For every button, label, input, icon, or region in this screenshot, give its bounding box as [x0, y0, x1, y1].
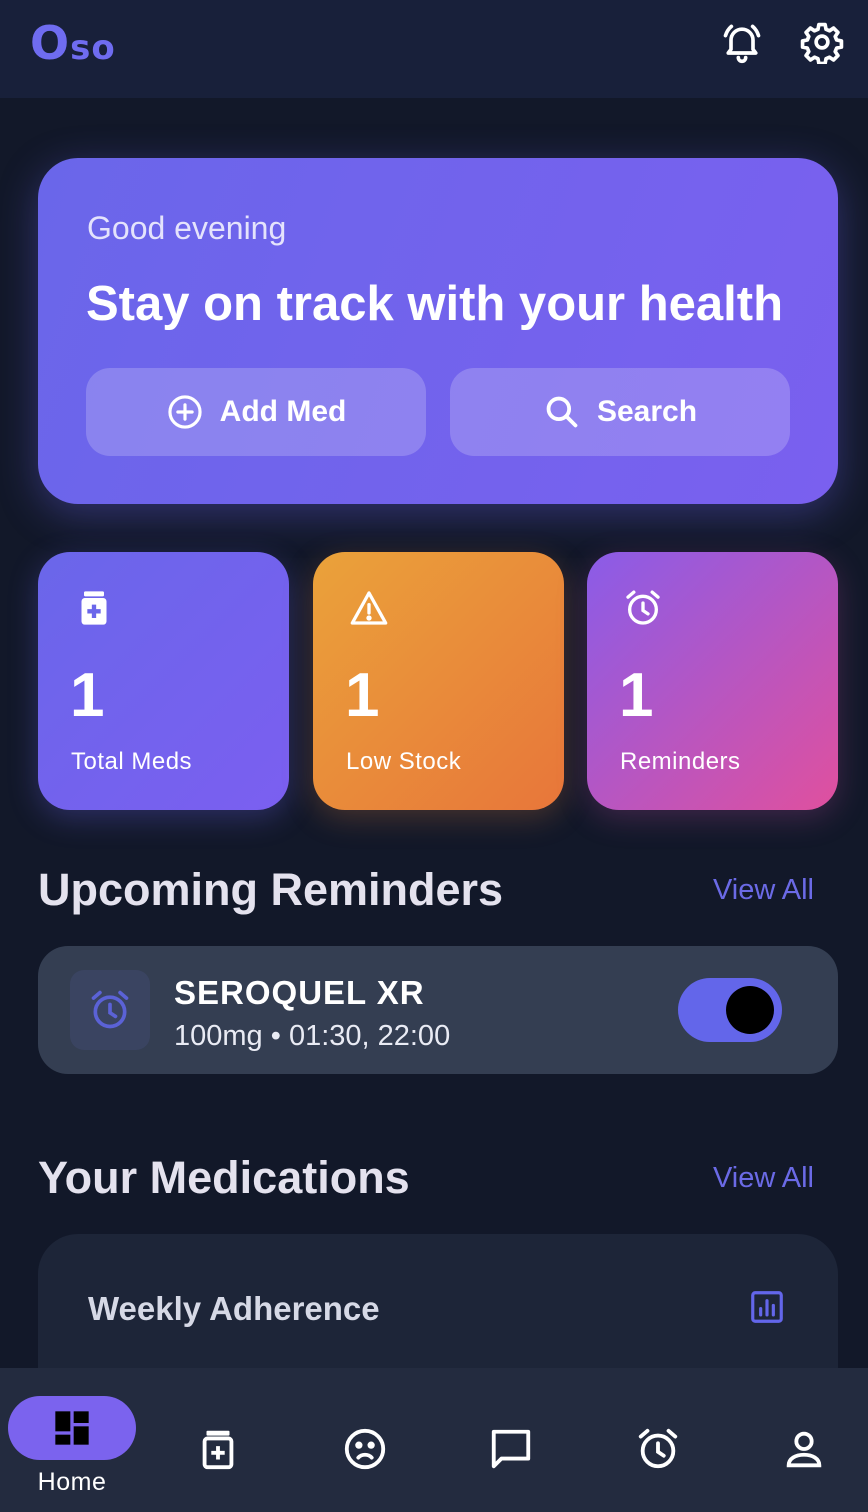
total-meds-count: 1 [70, 661, 105, 730]
app-logo: Oso [30, 16, 116, 70]
top-app-bar: Oso [0, 0, 868, 98]
greeting-text: Good evening [87, 210, 287, 246]
add-circle-icon [168, 395, 202, 429]
hero-tagline: Stay on track with your health [86, 277, 784, 331]
reminder-med-name: SEROQUEL XR [174, 974, 425, 1011]
mood-icon[interactable] [342, 1426, 388, 1472]
alarm-icon [91, 990, 129, 1029]
alarm-icon[interactable] [635, 1426, 681, 1472]
reminders-view-all-link[interactable]: View All [713, 874, 814, 907]
notifications-bell-icon[interactable] [720, 20, 764, 64]
search-icon [546, 396, 578, 428]
chat-icon[interactable] [488, 1426, 534, 1472]
nav-home-label: Home [37, 1468, 107, 1496]
medication-icon [81, 591, 107, 625]
low-stock-card[interactable]: 1 Low Stock [313, 552, 564, 810]
toggle-knob [726, 986, 774, 1034]
reminder-toggle[interactable] [678, 978, 782, 1042]
chart-icon[interactable] [748, 1288, 786, 1326]
medications-view-all-link[interactable]: View All [713, 1162, 814, 1195]
bottom-navigation: Home [0, 1368, 868, 1512]
reminders-card[interactable]: 1 Reminders [587, 552, 838, 810]
medication-icon[interactable] [195, 1426, 241, 1472]
home-pill [8, 1396, 136, 1460]
total-meds-card[interactable]: 1 Total Meds [38, 552, 289, 810]
reminders-count: 1 [619, 661, 654, 730]
reminders-label: Reminders [620, 748, 741, 775]
settings-gear-icon[interactable] [800, 20, 844, 64]
search-label: Search [596, 395, 698, 428]
your-medications-title: Your Medications [38, 1152, 410, 1203]
warning-icon [350, 591, 388, 625]
add-med-label: Add Med [219, 395, 347, 428]
low-stock-count: 1 [345, 661, 380, 730]
total-meds-label: Total Meds [71, 748, 193, 775]
hero-card: Good evening Stay on track with your hea… [38, 158, 838, 504]
reminder-dose-times: 100mg • 01:30, 22:00 [174, 1020, 451, 1052]
add-med-button[interactable]: Add Med [86, 368, 426, 456]
nav-home[interactable]: Home [0, 1368, 144, 1512]
home-icon [55, 1411, 89, 1445]
low-stock-label: Low Stock [346, 748, 462, 775]
profile-icon[interactable] [781, 1426, 827, 1472]
reminder-icon-box [70, 970, 150, 1050]
alarm-icon [626, 590, 660, 625]
reminder-item[interactable]: SEROQUEL XR 100mg • 01:30, 22:00 [38, 946, 838, 1074]
weekly-adherence-title: Weekly Adherence [88, 1290, 380, 1327]
search-button[interactable]: Search [450, 368, 790, 456]
upcoming-reminders-title: Upcoming Reminders [38, 864, 504, 915]
